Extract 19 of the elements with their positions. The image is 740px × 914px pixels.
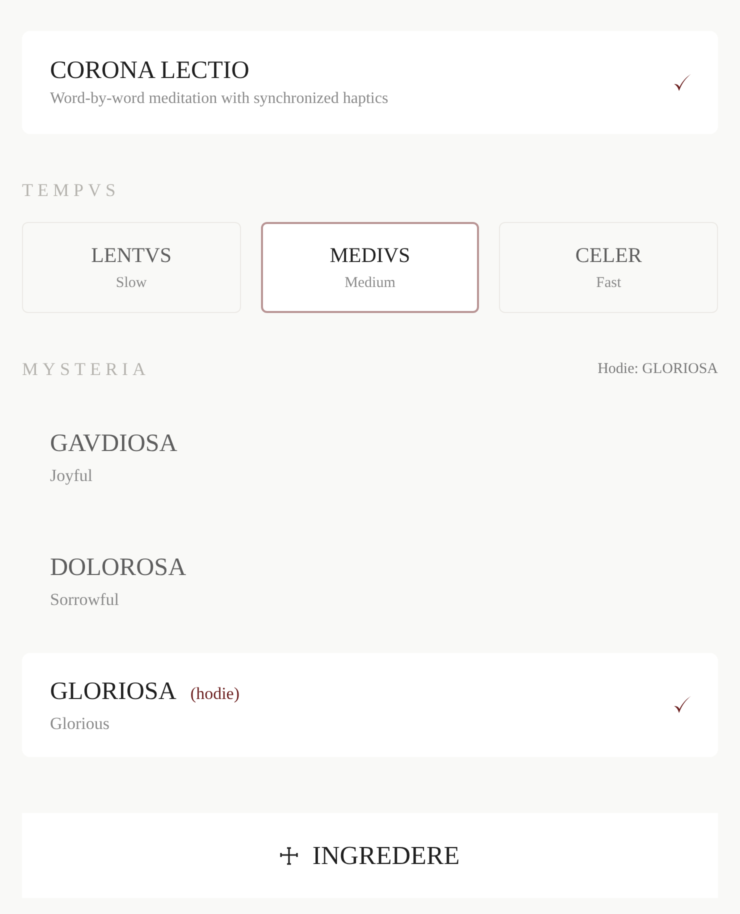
mystery-title: DOLOROSA	[50, 554, 186, 580]
tempo-option[interactable]: MEDIVS Medium	[260, 222, 480, 313]
mystery-subtitle: Sorrowful	[50, 590, 120, 608]
tempo-option[interactable]: CELER Fast	[499, 222, 718, 313]
mode-title: CORONA LECTIO	[50, 58, 250, 83]
mystery-title: GLORIOSA	[50, 678, 176, 704]
section-heading: MYSTERIA	[22, 360, 150, 378]
today-tag: (hodie)	[190, 684, 240, 702]
enter-button[interactable]: INGREDERE	[22, 813, 718, 898]
mode-card[interactable]: CORONA LECTIO Word-by-word meditation with synchronized haptics	[22, 31, 718, 134]
mode-description: Word-by-word meditation with synchronized haptics	[50, 91, 388, 107]
mystery-subtitle: Glorious	[50, 714, 110, 732]
tempo-option[interactable]: LENTVS Slow	[22, 222, 241, 313]
section-heading: TEMPVS	[22, 181, 122, 199]
today-note: Hodie: GLORIOSA	[598, 362, 718, 376]
cross-icon	[280, 846, 298, 864]
mystery-subtitle: Joyful	[50, 466, 94, 484]
mystery-title: GAVDIOSA	[50, 430, 178, 456]
mystery-option[interactable]: GLORIOSA (hodie) Glorious	[22, 653, 718, 757]
